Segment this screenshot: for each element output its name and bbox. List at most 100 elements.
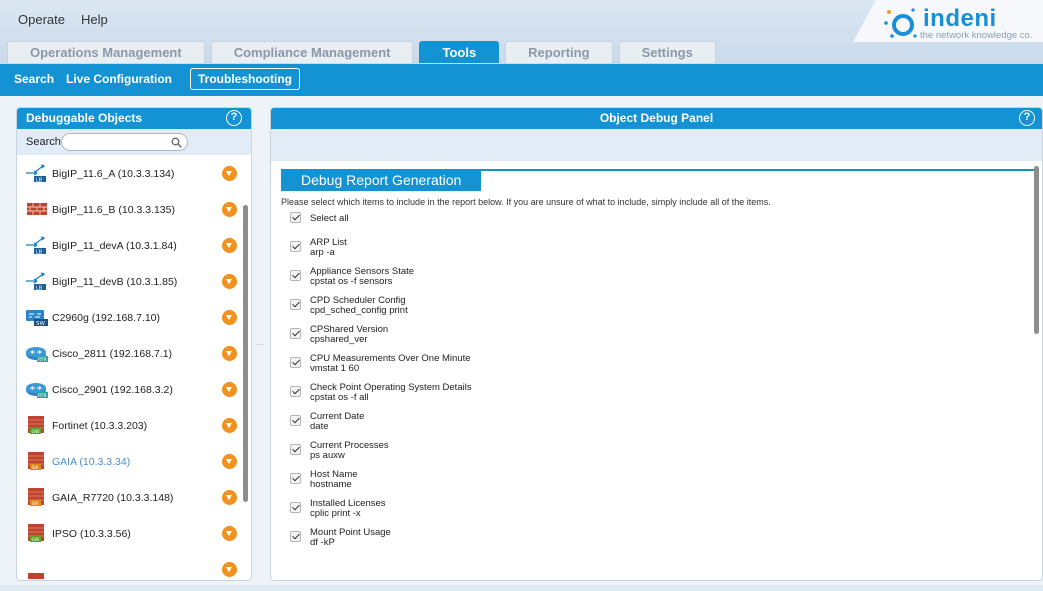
option-command: date <box>310 421 329 432</box>
option-command: cpd_sched_config print <box>310 305 408 316</box>
firewall-icon: SA <box>28 452 44 471</box>
option-command: cpshared_ver <box>310 334 368 345</box>
chevron-down-icon[interactable] <box>222 310 237 325</box>
tab-operations-management[interactable]: Operations Management <box>7 41 205 63</box>
option-command: arp -a <box>310 247 335 258</box>
option-checkbox[interactable] <box>290 502 301 513</box>
option-checkbox[interactable] <box>290 386 301 397</box>
firewall-icon: SA <box>28 488 44 507</box>
report-header: Debug Report Generation <box>281 169 1041 191</box>
list-item[interactable]: LB BigIP_11_devA (10.3.1.84) <box>17 227 239 263</box>
list-item[interactable]: RTR Cisco_2811 (192.168.7.1) <box>17 335 239 371</box>
select-all-label: Select all <box>310 213 349 224</box>
panel-splitter-handle[interactable]: ⋯ <box>256 340 264 350</box>
chevron-down-icon[interactable] <box>222 274 237 289</box>
list-item[interactable]: SA GAIA_R7720 (10.3.3.148) <box>17 479 239 515</box>
report-description: Please select which items to include in … <box>281 197 771 207</box>
help-icon[interactable]: ? <box>1019 110 1035 126</box>
firewall-icon <box>28 573 44 579</box>
list-item[interactable]: GW Fortinet (10.3.3.203) <box>17 407 239 443</box>
firewall-icon: GW <box>28 416 44 435</box>
option-checkbox[interactable] <box>290 357 301 368</box>
panel-title: Object Debug Panel <box>599 111 714 125</box>
object-label: BigIP_11_devB (10.3.1.85) <box>52 276 178 288</box>
main-tabs: Operations Management Compliance Managem… <box>7 41 716 63</box>
search-input[interactable] <box>61 133 188 151</box>
chevron-down-icon[interactable] <box>222 346 237 361</box>
object-label: BigIP_11_devA (10.3.1.84) <box>52 240 177 252</box>
option-checkbox[interactable] <box>290 531 301 542</box>
object-label: GAIA (10.3.3.34) <box>52 456 131 468</box>
list-item-selected[interactable]: SA GAIA (10.3.3.34) <box>17 443 239 479</box>
list-item[interactable]: SW C2960g (192.168.7.10) <box>17 299 239 335</box>
chevron-down-icon[interactable] <box>222 382 237 397</box>
router-icon: RTR <box>26 347 48 363</box>
list-item[interactable]: LB BigIP_11_devB (10.3.1.85) <box>17 263 239 299</box>
chevron-down-icon[interactable] <box>222 238 237 253</box>
scrollbar-thumb[interactable] <box>1034 166 1039 334</box>
object-label: C2960g (192.168.7.10) <box>52 312 160 324</box>
chevron-down-icon[interactable] <box>222 526 237 541</box>
chevron-down-icon[interactable] <box>222 562 237 577</box>
search-icon[interactable] <box>171 137 182 148</box>
option-checkbox[interactable] <box>290 299 301 310</box>
chevron-down-icon[interactable] <box>222 202 237 217</box>
subnav-live-configuration[interactable]: Live Configuration <box>66 72 172 86</box>
option-checkbox[interactable] <box>290 444 301 455</box>
list-item-partial[interactable] <box>17 551 239 580</box>
chevron-down-icon[interactable] <box>222 490 237 505</box>
search-row: Search <box>17 129 251 155</box>
select-all-checkbox[interactable] <box>290 212 301 223</box>
option-checkbox[interactable] <box>290 473 301 484</box>
logo: indeni the network knowledge co. <box>863 4 1035 42</box>
sub-navigation: Search Live Configuration Troubleshootin… <box>0 64 1043 96</box>
logo-wordmark: indeni <box>923 5 997 32</box>
list-item[interactable]: BigIP_11.6_B (10.3.3.135) <box>17 191 239 227</box>
badge-text: GW <box>32 429 40 435</box>
subnav-search[interactable]: Search <box>14 72 54 86</box>
list-item[interactable]: GW IPSO (10.3.3.56) <box>17 515 239 551</box>
badge-text: RTR <box>38 393 47 399</box>
option-command: cpstat os -f sensors <box>310 276 393 287</box>
debuggable-objects-panel: Debuggable Objects ? Search LB BigIP_11.… <box>16 107 252 581</box>
list-item[interactable]: RTR Cisco_2901 (192.168.3.2) <box>17 371 239 407</box>
menu-bar: Operate Help <box>18 12 108 27</box>
subnav-troubleshooting[interactable]: Troubleshooting <box>190 68 300 90</box>
help-icon[interactable]: ? <box>226 110 242 126</box>
load-balancer-icon: LB <box>26 272 46 291</box>
chevron-down-icon[interactable] <box>222 418 237 433</box>
menu-operate[interactable]: Operate <box>18 12 65 27</box>
load-balancer-icon: LB <box>26 164 46 183</box>
logo-tagline: the network knowledge co. <box>920 30 1033 41</box>
option-checkbox[interactable] <box>290 415 301 426</box>
chevron-down-icon[interactable] <box>222 454 237 469</box>
tab-compliance-management[interactable]: Compliance Management <box>210 41 414 63</box>
chevron-down-icon[interactable] <box>222 166 237 181</box>
router-icon: RTR <box>26 383 48 399</box>
badge-text: SA <box>32 465 39 471</box>
panel-title: Debuggable Objects <box>26 111 143 125</box>
option-checkbox[interactable] <box>290 328 301 339</box>
badge-text: SW <box>36 321 45 327</box>
object-label: IPSO (10.3.3.56) <box>52 528 131 540</box>
object-list: LB BigIP_11.6_A (10.3.3.134) BigIP_11.6_… <box>17 155 251 580</box>
debuggable-objects-header: Debuggable Objects ? <box>17 108 251 129</box>
option-checkbox[interactable] <box>290 270 301 281</box>
firewall-icon: GW <box>28 524 44 543</box>
object-label: Cisco_2901 (192.168.3.2) <box>52 384 173 396</box>
badge-text: RTR <box>38 357 47 363</box>
tab-tools[interactable]: Tools <box>419 41 500 63</box>
tab-settings[interactable]: Settings <box>618 41 716 63</box>
menu-help[interactable]: Help <box>81 12 108 27</box>
badge-text: LB <box>36 249 43 255</box>
indeni-logo-mark-icon <box>884 8 917 38</box>
option-checkbox[interactable] <box>290 241 301 252</box>
tab-reporting[interactable]: Reporting <box>505 41 613 63</box>
object-debug-panel: Object Debug Panel ? Debug Report Genera… <box>270 107 1043 581</box>
list-item[interactable]: LB BigIP_11.6_A (10.3.3.134) <box>17 155 239 191</box>
badge-text: SA <box>32 501 39 507</box>
option-command: cplic print -x <box>310 508 361 519</box>
object-debug-header: Object Debug Panel ? <box>271 108 1042 129</box>
scrollbar-thumb[interactable] <box>243 205 248 502</box>
search-label: Search <box>26 136 61 148</box>
